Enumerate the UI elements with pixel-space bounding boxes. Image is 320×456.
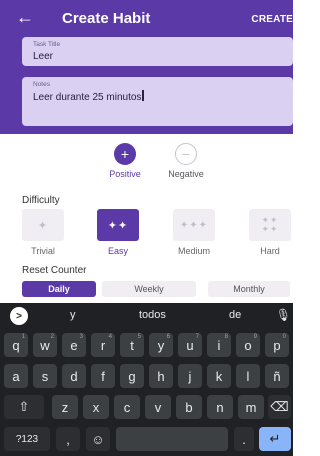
difficulty-hard-button[interactable]: ✦✦ ✦✦ (249, 209, 291, 241)
key-n-tilde[interactable]: ñ (265, 364, 289, 388)
task-title-value: Leer (33, 51, 54, 62)
key-z[interactable]: z (52, 395, 78, 419)
suggestion-word[interactable]: todos (139, 309, 166, 321)
period-key[interactable]: . (234, 427, 254, 451)
negative-toggle[interactable]: − Negative (156, 143, 216, 179)
key-d[interactable]: d (62, 364, 86, 388)
key-e[interactable]: e3 (62, 333, 86, 357)
difficulty-easy-button[interactable]: ✦✦ (97, 209, 139, 241)
shift-icon[interactable]: ⇧ (4, 395, 44, 419)
reset-daily-button[interactable]: Daily (22, 281, 96, 297)
difficulty-option-label: Medium (177, 246, 210, 256)
notes-value-wrap: Leer durante 25 minutos (33, 90, 144, 103)
key-n[interactable]: n (207, 395, 233, 419)
create-button[interactable]: CREATE (251, 14, 293, 25)
symbols-key[interactable]: ?123 (4, 427, 50, 451)
soft-keyboard: > y todos de 🎙 q1 w2 e3 r4 t5 y6 u7 i8 o… (0, 303, 293, 456)
key-u[interactable]: u7 (178, 333, 202, 357)
key-x[interactable]: x (83, 395, 109, 419)
suggestion-word[interactable]: y (70, 309, 76, 321)
positive-label: Positive (109, 169, 141, 179)
reset-counter-label: Reset Counter (22, 265, 87, 276)
chevron-right-icon[interactable]: > (10, 307, 28, 325)
difficulty-label: Difficulty (22, 195, 60, 206)
key-k[interactable]: k (207, 364, 231, 388)
header: ← Create Habit CREATE Task Title Leer No… (0, 0, 293, 134)
enter-icon[interactable]: ↵ (259, 427, 291, 451)
difficulty-option-label: Trivial (31, 246, 55, 256)
key-b[interactable]: b (176, 395, 202, 419)
key-s[interactable]: s (33, 364, 57, 388)
notes-value: Leer durante 25 minutos (33, 92, 142, 103)
suggestion-strip: > y todos de 🎙 (0, 303, 293, 328)
task-title-label: Task Title (33, 41, 61, 48)
key-f[interactable]: f (91, 364, 115, 388)
key-y[interactable]: y6 (149, 333, 173, 357)
key-l[interactable]: l (236, 364, 260, 388)
stars-icon: ✦✦✦ (179, 219, 209, 231)
key-j[interactable]: j (178, 364, 202, 388)
key-c[interactable]: c (114, 395, 140, 419)
comma-key[interactable]: , (56, 427, 80, 451)
key-m[interactable]: m (238, 395, 264, 419)
key-t[interactable]: t5 (120, 333, 144, 357)
stars-icon: ✦✦ ✦✦ (261, 215, 279, 234)
arrow-left-icon[interactable]: ← (16, 8, 34, 26)
emoji-icon[interactable]: ☺ (86, 427, 110, 451)
positive-toggle[interactable]: + Positive (95, 143, 155, 179)
key-a[interactable]: a (4, 364, 28, 388)
star-icon: ✦ (37, 219, 49, 232)
top-app-bar: ← Create Habit CREATE (0, 0, 293, 36)
negative-label: Negative (168, 169, 204, 179)
reset-weekly-button[interactable]: Weekly (102, 281, 196, 297)
plus-icon: + (114, 143, 136, 165)
key-h[interactable]: h (149, 364, 173, 388)
difficulty-option-label: Easy (107, 246, 128, 256)
key-i[interactable]: i8 (207, 333, 231, 357)
text-cursor (142, 90, 144, 101)
minus-icon: − (175, 143, 197, 165)
key-o[interactable]: o9 (236, 333, 260, 357)
reset-monthly-button[interactable]: Monthly (208, 281, 290, 297)
page-title: Create Habit (62, 10, 151, 27)
difficulty-medium-button[interactable]: ✦✦✦ (173, 209, 215, 241)
difficulty-trivial-button[interactable]: ✦ (22, 209, 64, 241)
suggestion-word[interactable]: de (229, 309, 241, 321)
backspace-icon[interactable]: ⌫ (268, 395, 291, 419)
key-q[interactable]: q1 (4, 333, 28, 357)
notes-label: Notes (33, 81, 50, 88)
notes-field[interactable]: Notes Leer durante 25 minutos (22, 77, 293, 126)
space-bar[interactable] (116, 427, 228, 451)
task-title-field[interactable]: Task Title Leer (22, 37, 293, 66)
difficulty-option-label: Hard (260, 246, 280, 256)
key-p[interactable]: p0 (265, 333, 289, 357)
key-w[interactable]: w2 (33, 333, 57, 357)
key-g[interactable]: g (120, 364, 144, 388)
stars-icon: ✦✦ (107, 219, 129, 232)
mic-icon[interactable]: 🎙 (276, 308, 291, 322)
key-v[interactable]: v (145, 395, 171, 419)
key-r[interactable]: r4 (91, 333, 115, 357)
